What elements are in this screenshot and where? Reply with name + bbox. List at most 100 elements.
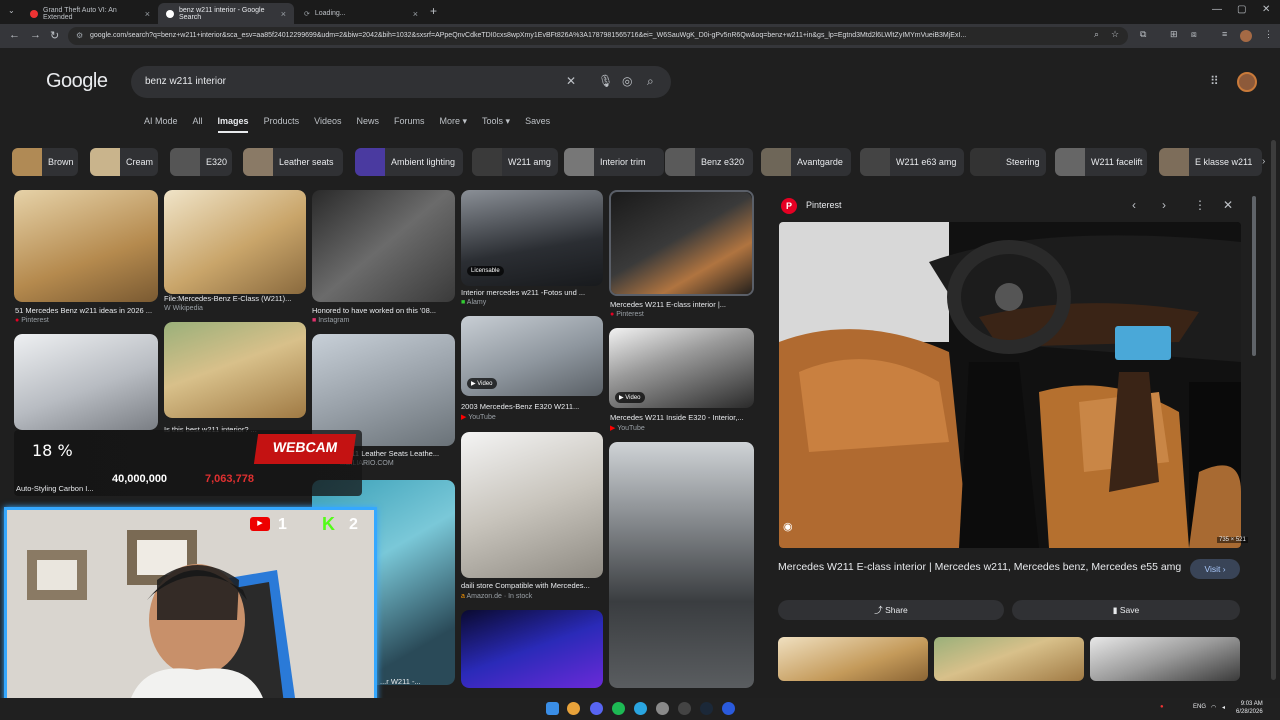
tab-all[interactable]: All: [193, 116, 203, 128]
page-scrollbar[interactable]: [1271, 140, 1276, 680]
chip[interactable]: E320: [170, 148, 232, 176]
result-card-selected[interactable]: [609, 190, 754, 296]
chip[interactable]: Ambient lighting: [355, 148, 463, 176]
search-icon[interactable]: ⌕: [647, 74, 654, 89]
panel-title[interactable]: Mercedes W211 E-class interior | Mercede…: [778, 560, 1188, 575]
result-card[interactable]: [461, 432, 603, 578]
result-image[interactable]: [14, 334, 158, 430]
close-tab-icon[interactable]: ×: [281, 9, 286, 19]
related-image[interactable]: [1090, 637, 1240, 681]
tab-news[interactable]: News: [356, 116, 379, 128]
visit-button[interactable]: Visit ›: [1190, 559, 1240, 579]
translate-icon[interactable]: ⊞: [1170, 29, 1178, 40]
panel-site-name[interactable]: Pinterest: [806, 200, 842, 210]
tab-gta[interactable]: Grand Theft Auto VI: An Extended ×: [22, 3, 158, 24]
result-image[interactable]: [312, 190, 455, 302]
discord-icon[interactable]: [590, 702, 603, 715]
result-image[interactable]: [461, 610, 603, 688]
chip[interactable]: W211 e63 amg: [860, 148, 964, 176]
back-icon[interactable]: ←: [9, 29, 20, 41]
result-image[interactable]: [609, 442, 754, 688]
result-title[interactable]: 51 Mercedes Benz w211 ideas in 2026 ...: [15, 306, 159, 315]
tab-videos[interactable]: Videos: [314, 116, 341, 128]
tab-products[interactable]: Products: [264, 116, 300, 128]
app-icon[interactable]: [722, 702, 735, 715]
avatar[interactable]: [1237, 72, 1257, 92]
tab-search-icon[interactable]: ⌄: [8, 6, 15, 15]
bookmark-star-icon[interactable]: ☆: [1111, 29, 1119, 40]
panel-scrollbar[interactable]: [1252, 196, 1256, 356]
result-card[interactable]: [461, 610, 603, 688]
result-card[interactable]: [164, 190, 306, 294]
result-card[interactable]: ▶ Video: [609, 328, 754, 408]
result-title[interactable]: File:Mercedes-Benz E-Class (W211)...: [164, 294, 306, 303]
tray-icon[interactable]: ●: [1160, 704, 1164, 710]
obs-icon[interactable]: [678, 702, 691, 715]
lens-search-icon[interactable]: ◉: [783, 520, 793, 533]
chip[interactable]: Steering: [970, 148, 1046, 176]
result-title[interactable]: daili store Compatible with Mercedes...: [461, 581, 603, 590]
extension-icon[interactable]: ⧉: [1140, 29, 1146, 40]
tab-forums[interactable]: Forums: [394, 116, 425, 128]
result-card[interactable]: [14, 334, 158, 430]
chip[interactable]: W211 facelift: [1055, 148, 1147, 176]
minimize-icon[interactable]: —: [1212, 4, 1222, 15]
result-card[interactable]: ▶ Video: [461, 316, 603, 396]
google-logo[interactable]: Google: [46, 70, 108, 93]
chip[interactable]: Interior trim: [564, 148, 664, 176]
maximize-icon[interactable]: ▢: [1237, 4, 1246, 15]
result-card[interactable]: [609, 442, 754, 688]
more-options-icon[interactable]: ⋮: [1194, 198, 1206, 212]
result-title[interactable]: Interior mercedes w211 -Fotos und ...: [461, 288, 603, 297]
volume-icon[interactable]: ◂: [1222, 704, 1225, 711]
tab-tools[interactable]: Tools ▾: [482, 116, 510, 128]
spotify-icon[interactable]: [612, 702, 625, 715]
share-button[interactable]: ⤴ Share: [778, 600, 1004, 620]
profile-icon[interactable]: [1240, 30, 1252, 42]
related-image[interactable]: [934, 637, 1084, 681]
close-tab-icon[interactable]: ×: [145, 9, 150, 19]
result-card[interactable]: [14, 190, 158, 302]
media-icon[interactable]: ≡: [1222, 29, 1227, 39]
system-clock[interactable]: 9:03 AM 6/28/2026: [1236, 700, 1263, 716]
chrome-icon[interactable]: [567, 702, 580, 715]
language-indicator[interactable]: ENG: [1193, 704, 1206, 710]
result-card[interactable]: [164, 322, 306, 418]
tab-google-search[interactable]: benz w211 interior - Google Search ×: [158, 3, 294, 24]
result-image[interactable]: [164, 322, 306, 418]
save-button[interactable]: ▮ Save: [1012, 600, 1240, 620]
result-image[interactable]: [611, 192, 752, 294]
result-title[interactable]: Honored to have worked on this '08...: [312, 306, 455, 315]
chip[interactable]: Leather seats: [243, 148, 343, 176]
chips-next-icon[interactable]: ›: [1262, 156, 1265, 167]
preview-image[interactable]: [779, 222, 1241, 548]
prev-icon[interactable]: ‹: [1132, 198, 1136, 212]
related-image[interactable]: [778, 637, 928, 681]
reload-icon[interactable]: ↻: [50, 29, 59, 42]
apps-grid-icon[interactable]: ⠿: [1210, 74, 1219, 88]
menu-icon[interactable]: ⋮: [1264, 29, 1273, 40]
chip[interactable]: Benz e320: [665, 148, 753, 176]
zoom-icon[interactable]: ⌕: [1094, 29, 1099, 40]
chip[interactable]: Brown: [12, 148, 78, 176]
result-card[interactable]: [312, 190, 455, 302]
tab-more[interactable]: More ▾: [440, 116, 468, 128]
address-bar[interactable]: ⚙ google.com/search?q=benz+w211+interior…: [68, 27, 1128, 45]
next-icon[interactable]: ›: [1162, 198, 1166, 212]
windows-start-icon[interactable]: [546, 702, 559, 715]
clear-icon[interactable]: ✕: [566, 74, 576, 88]
tab-saves[interactable]: Saves: [525, 116, 550, 128]
close-window-icon[interactable]: ✕: [1262, 4, 1270, 15]
tab-ai-mode[interactable]: AI Mode: [144, 116, 178, 128]
chip[interactable]: Cream: [90, 148, 158, 176]
new-tab-icon[interactable]: +: [430, 4, 437, 18]
close-tab-icon[interactable]: ×: [413, 9, 418, 19]
result-title[interactable]: Mercedes W211 Inside E320 - Interior,...: [610, 413, 754, 422]
result-title[interactable]: 2003 Mercedes-Benz E320 W211...: [461, 402, 603, 411]
site-info-icon[interactable]: ⚙: [76, 27, 83, 45]
lens-icon[interactable]: ◎: [622, 74, 632, 88]
search-input[interactable]: benz w211 interior: [131, 66, 671, 98]
extensions-puzzle-icon[interactable]: ⧈: [1191, 29, 1197, 40]
chip[interactable]: Avantgarde: [761, 148, 851, 176]
forward-icon[interactable]: →: [30, 29, 41, 41]
